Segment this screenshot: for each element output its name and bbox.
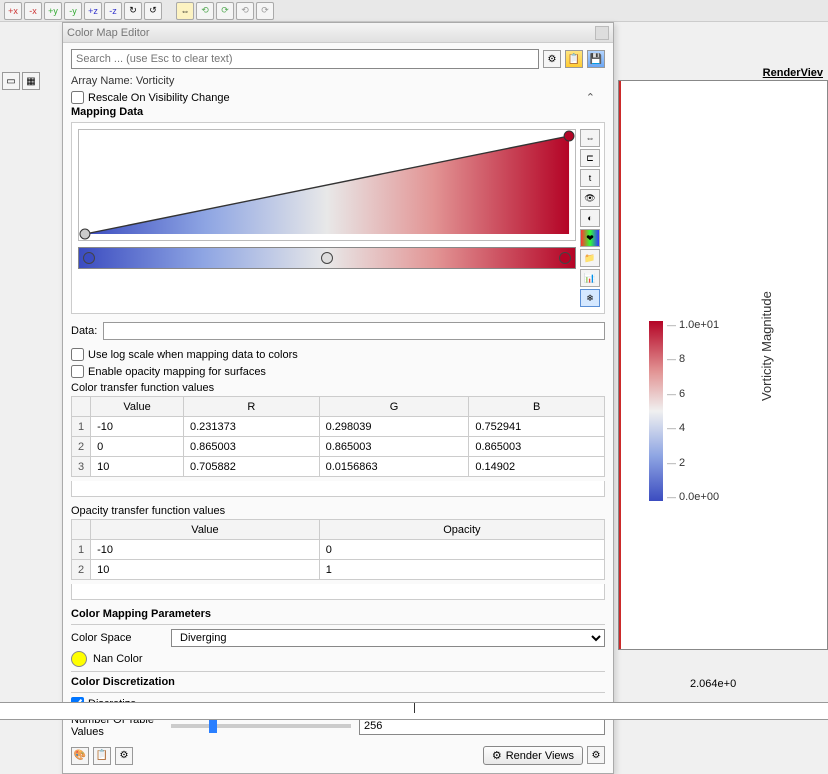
ctf-col-value: Value [91,397,184,417]
mapping-data-panel: ⇔ ⊏ t 👁 ◐ ❤ 📁 📊 ❄ [71,122,605,314]
save-button[interactable]: 💾 [587,50,605,68]
color-space-select[interactable]: Diverging [171,629,605,647]
data-field-label: Data: [71,325,97,337]
color-handle-left[interactable] [83,252,95,264]
color-transfer-bar[interactable] [78,247,576,269]
render-split-button[interactable]: ⚙ [587,746,605,764]
rotate-neg-90-button[interactable]: ↺ [144,2,162,20]
settings-icon[interactable]: ⚙ [543,50,561,68]
rescale-visibility-label: Rescale On Visibility Change [88,92,230,104]
nan-color-swatch[interactable] [71,651,87,667]
redo-button[interactable]: ⟳ [216,2,234,20]
main-toolbar: +x -x +y -y +z -z ↻ ↺ ⇔ ⟲ ⟳ ⟲ ⟳ [0,0,828,22]
rotate-90-button[interactable]: ↻ [124,2,142,20]
axis-pos-x-button[interactable]: +x [4,2,22,20]
opacity-surfaces-checkbox[interactable] [71,365,84,378]
render-views-button[interactable]: ⚙ Render Views [483,746,583,765]
timeline-playhead[interactable] [414,703,415,713]
invert-tf-button[interactable]: ◐ [580,209,600,227]
log-scale-checkbox[interactable] [71,348,84,361]
color-discretization-label: Color Discretization [71,676,605,688]
rescale-time-button[interactable]: t [580,169,600,187]
window-title: Color Map Editor [67,27,150,39]
mapping-data-label: Mapping Data [71,106,605,118]
compute-histogram-button[interactable]: 📊 [580,269,600,287]
table-row[interactable]: 1-100 [72,540,605,560]
surface-edges-button[interactable]: ▦ [22,72,40,90]
rescale-visibility-checkbox[interactable] [71,91,84,104]
copy-button[interactable]: 📋 [565,50,583,68]
array-name-label: Array Name: [71,75,133,87]
otf-label: Opacity transfer function values [71,505,605,517]
array-name-row: Array Name: Vorticity [71,75,605,87]
search-input[interactable] [71,49,539,69]
nan-color-label: Nan Color [93,653,143,665]
color-mapping-params-label: Color Mapping Parameters [71,608,605,620]
color-handle-right[interactable] [559,252,571,264]
axis-neg-z-button[interactable]: -z [104,2,122,20]
render-view-label: RenderViev [763,67,823,79]
footer-btn-3[interactable]: ⚙ [115,747,133,765]
opacity-surfaces-label: Enable opacity mapping for surfaces [88,366,266,378]
opacity-function-editor[interactable] [78,129,576,241]
otf-col-value: Value [91,520,320,540]
log-scale-label: Use log scale when mapping data to color… [88,349,298,361]
undo-more-button[interactable]: ⟲ [236,2,254,20]
ntv-slider[interactable] [171,724,351,728]
data-field-input[interactable] [103,322,605,340]
color-legend[interactable] [649,321,663,501]
ctf-col-r: R [184,397,320,417]
ctf-col-b: B [469,397,605,417]
undo-button[interactable]: ⟲ [196,2,214,20]
legend-ticks: 1.0e+01 8 6 4 2 0.0e+00 [667,319,719,503]
table-row[interactable]: 1-100.2313730.2980390.752941 [72,417,605,437]
table-row[interactable]: 3100.7058820.01568630.14902 [72,457,605,477]
advanced-toggle-button[interactable]: ❄ [580,289,600,307]
array-name-value: Vorticity [136,75,175,87]
mapping-side-toolbar: ⇔ ⊏ t 👁 ◐ ❤ 📁 📊 ❄ [580,129,600,307]
legend-title: Vorticity Magnitude [759,291,774,401]
choose-preset-button[interactable]: ❤ [580,229,600,247]
rescale-visible-button[interactable]: 👁 [580,189,600,207]
axis-value-readout: 2.064e+0 [690,678,736,690]
redo-more-button[interactable]: ⟳ [256,2,274,20]
timeline-ruler[interactable] [0,702,828,720]
link-button[interactable]: ⇔ [176,2,194,20]
table-row[interactable]: 2101 [72,560,605,580]
gear-icon: ⚙ [492,749,502,762]
viewport-selection-edge [619,81,621,649]
ctf-label: Color transfer function values [71,382,605,394]
ctf-col-g: G [319,397,469,417]
left-toolstrip: ▭ ▦ [0,70,58,90]
legend-bar [649,321,663,501]
color-map-editor-window: Color Map Editor ⚙ 📋 💾 Array Name: Vorti… [62,22,614,774]
window-titlebar[interactable]: Color Map Editor [63,23,613,43]
otf-col-opacity: Opacity [319,520,604,540]
footer-btn-2[interactable]: 📋 [93,747,111,765]
axis-neg-x-button[interactable]: -x [24,2,42,20]
render-view[interactable]: RenderViev 1.0e+01 8 6 4 2 0.0e+00 Vorti… [618,80,828,650]
footer-btn-1[interactable]: 🎨 [71,747,89,765]
surface-repr-button[interactable]: ▭ [2,72,20,90]
close-icon[interactable] [595,26,609,40]
table-row[interactable]: 200.8650030.8650030.865003 [72,437,605,457]
axis-neg-y-button[interactable]: -y [64,2,82,20]
rescale-range-button[interactable]: ⇔ [580,129,600,147]
rescale-custom-button[interactable]: ⊏ [580,149,600,167]
color-handle-mid[interactable] [321,252,333,264]
axis-pos-z-button[interactable]: +z [84,2,102,20]
opacity-tf-table[interactable]: Value Opacity 1-100 2101 [71,519,605,580]
ntv-slider-thumb[interactable] [209,719,217,733]
color-space-label: Color Space [71,632,163,644]
save-preset-button[interactable]: 📁 [580,249,600,267]
color-tf-table[interactable]: Value R G B 1-100.2313730.2980390.752941… [71,396,605,477]
collapse-caret-icon[interactable]: ⌃ [586,91,595,104]
axis-pos-y-button[interactable]: +y [44,2,62,20]
